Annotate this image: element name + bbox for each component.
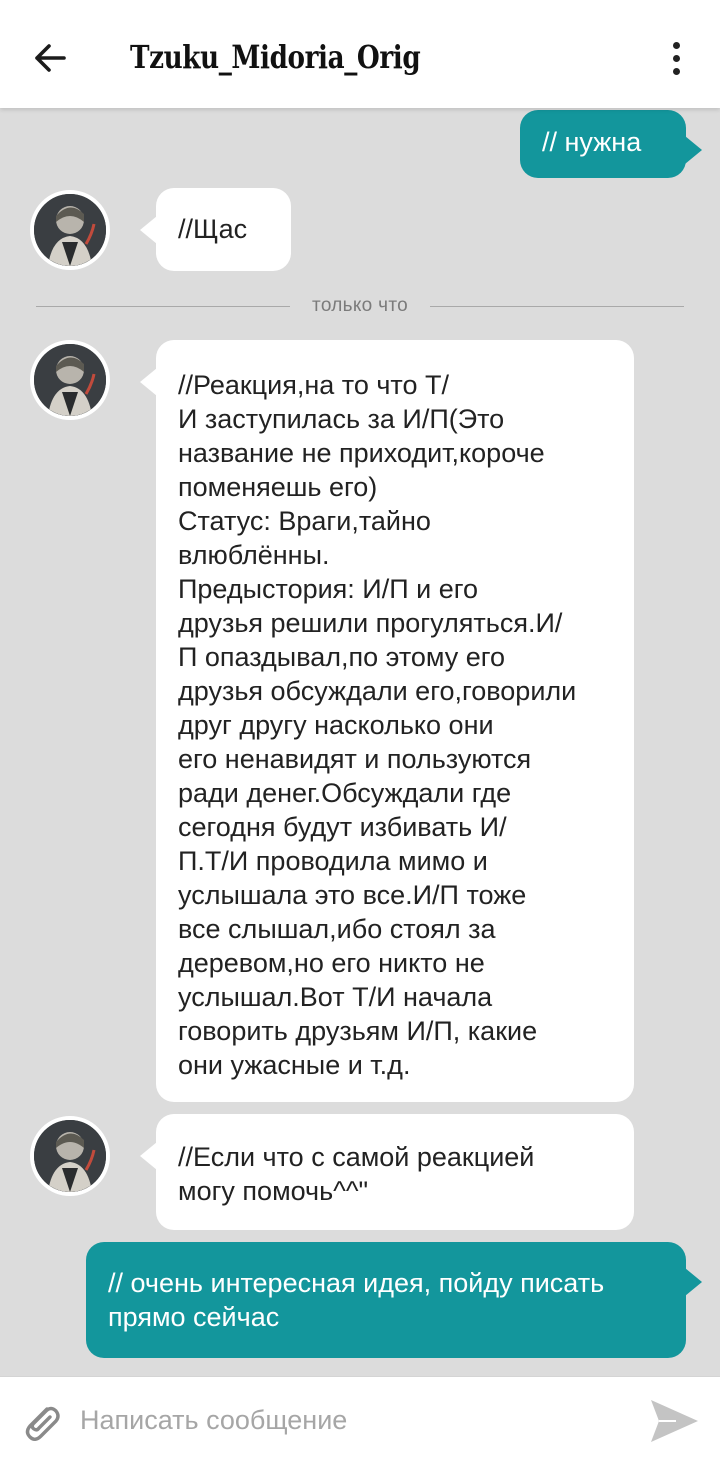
message-text: // нужна <box>542 127 642 157</box>
message-bubble-incoming[interactable]: //Если что с самой реакцией могу помочь^… <box>140 1114 634 1230</box>
more-vertical-icon <box>672 41 680 49</box>
menu-dot <box>672 54 680 62</box>
message-bubble-incoming[interactable]: //Реакция,на то что Т/ И заступилась за … <box>140 340 634 1102</box>
message-text: //Щас <box>178 214 248 244</box>
avatar[interactable] <box>30 190 110 270</box>
avatar-image <box>34 1120 106 1192</box>
send-button[interactable] <box>646 1395 702 1447</box>
send-icon <box>651 1400 698 1442</box>
message-composer <box>0 1376 720 1462</box>
message-text: //Если что с самой реакцией могу помочь^… <box>178 1142 535 1206</box>
divider-line <box>429 305 685 307</box>
chat-title[interactable]: Tzuku_Midoria_Orig <box>130 38 421 76</box>
message-bubble-outgoing[interactable]: // нужна <box>520 110 702 178</box>
message-text: //Реакция,на то что Т/ И заступилась за … <box>178 370 577 1080</box>
menu-dot <box>672 67 680 75</box>
divider-line <box>36 305 291 307</box>
back-button[interactable] <box>24 32 76 84</box>
message-text: // очень интересная идея, пойду писать п… <box>108 1268 605 1332</box>
avatar[interactable] <box>30 340 110 420</box>
message-bubble-outgoing[interactable]: // очень интересная идея, пойду писать п… <box>86 1242 702 1358</box>
paperclip-icon <box>25 1406 60 1441</box>
avatar-image <box>34 344 106 416</box>
chat-header: Tzuku_Midoria_Orig <box>0 0 720 108</box>
message-list[interactable]: // нужна //Щас только что //Реакция,на т… <box>0 108 720 1376</box>
more-options-button[interactable] <box>656 34 696 82</box>
arrow-left-icon <box>35 44 66 72</box>
attach-button[interactable] <box>16 1397 66 1447</box>
message-bubble-incoming[interactable]: //Щас <box>140 188 291 271</box>
timestamp-label: только что <box>312 295 408 316</box>
avatar-image <box>34 194 106 266</box>
message-input[interactable] <box>80 1395 620 1445</box>
avatar[interactable] <box>30 1116 110 1196</box>
time-divider: только что <box>36 291 685 321</box>
